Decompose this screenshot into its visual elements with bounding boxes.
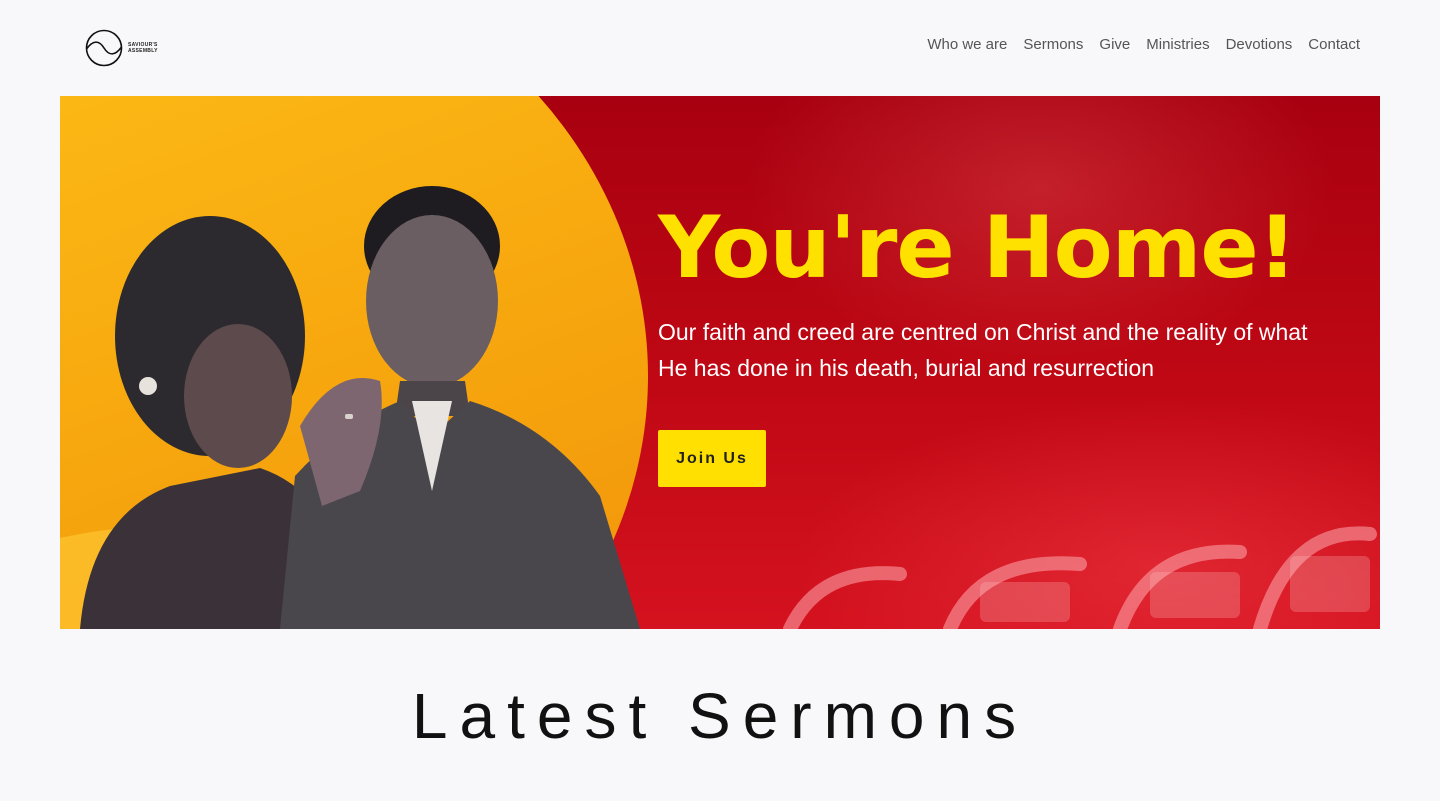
hero-content: You're Home! Our faith and creed are cen… [658,196,1338,487]
latest-sermons-heading: Latest Sermons [411,680,1029,752]
nav-give[interactable]: Give [1099,36,1130,53]
logo-wordmark: SAVIOUR'S ASSEMBLY [128,42,158,54]
main-nav: Who we are Sermons Give Ministries Devot… [927,36,1360,53]
hero-banner: You're Home! Our faith and creed are cen… [60,96,1380,629]
join-us-button[interactable]: Join Us [658,430,766,487]
nav-sermons[interactable]: Sermons [1023,36,1083,53]
circle-wave-logo-icon [85,29,123,67]
nav-who-we-are[interactable]: Who we are [927,36,1007,53]
hero-title: You're Home! [658,198,1297,298]
nav-contact[interactable]: Contact [1308,36,1360,53]
nav-devotions[interactable]: Devotions [1226,36,1293,53]
hero-description: Our faith and creed are centred on Chris… [658,319,1308,381]
congregation-chairs-image [783,526,1377,629]
site-header: SAVIOUR'S ASSEMBLY Who we are Sermons Gi… [0,0,1440,96]
site-logo[interactable]: SAVIOUR'S ASSEMBLY [84,28,164,68]
couple-photo [80,186,640,629]
nav-ministries[interactable]: Ministries [1146,36,1209,53]
logo-line-2: ASSEMBLY [128,48,158,54]
